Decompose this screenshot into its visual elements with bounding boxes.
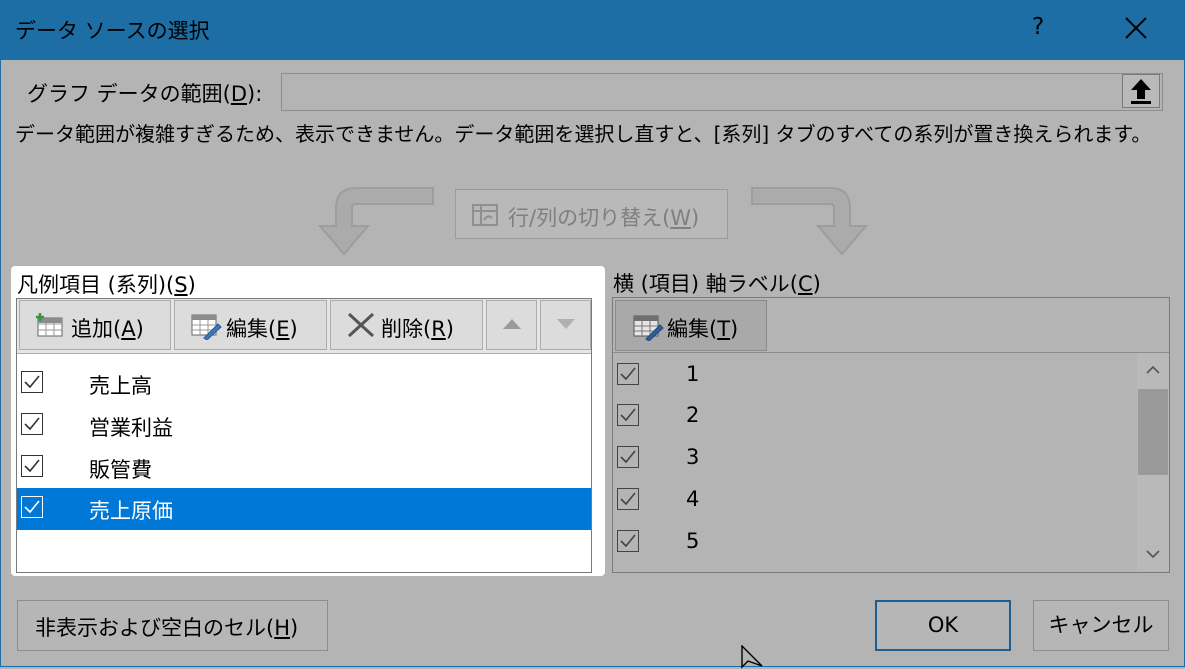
edit-table-icon xyxy=(633,315,664,341)
checkmark-icon xyxy=(24,500,40,514)
legend-item-label: 売上原価 xyxy=(89,499,173,523)
axis-item-label: 1 xyxy=(686,362,700,386)
legend-item[interactable]: 販管費 xyxy=(17,447,591,489)
axis-item[interactable]: 2 xyxy=(613,396,1133,438)
collapse-dialog-button[interactable] xyxy=(1122,74,1160,108)
delete-x-icon xyxy=(347,312,375,338)
axis-item-label: 3 xyxy=(686,445,700,469)
delete-series-label: 削除(R) xyxy=(381,317,454,341)
add-series-button[interactable]: 追加(A) xyxy=(19,300,171,350)
checkmark-icon xyxy=(620,408,636,422)
close-icon[interactable] xyxy=(1116,12,1156,46)
axis-checkbox[interactable] xyxy=(617,530,639,552)
help-button[interactable]: ? xyxy=(1032,14,1044,40)
series-checkbox[interactable] xyxy=(21,413,43,435)
add-table-icon xyxy=(36,313,63,337)
legend-entries-panel: 凡例項目 (系列)(S) 追加(A) 編集(E) 削除(R) 売上高 営業利益 … xyxy=(11,266,605,576)
edit-axis-labels-button[interactable]: 編集(T) xyxy=(615,300,767,351)
checkmark-icon xyxy=(620,534,636,548)
checkmark-icon xyxy=(620,450,636,464)
axis-checkbox[interactable] xyxy=(617,446,639,468)
axis-checkbox[interactable] xyxy=(617,363,639,385)
axis-scrollbar[interactable] xyxy=(1137,353,1169,571)
axis-item[interactable]: 4 xyxy=(613,480,1133,522)
axis-item-label: 5 xyxy=(686,529,700,553)
legend-frame: 追加(A) 編集(E) 削除(R) 売上高 営業利益 販管費 売上原価 xyxy=(16,298,592,573)
checkmark-icon xyxy=(24,375,40,389)
axis-item-label: 2 xyxy=(686,403,700,427)
switch-grid-icon xyxy=(472,204,498,226)
scroll-up-icon[interactable] xyxy=(1137,353,1169,387)
series-checkbox[interactable] xyxy=(21,371,43,393)
triangle-down-icon xyxy=(557,319,575,329)
edit-table-icon xyxy=(191,314,222,340)
switch-label: 行/列の切り替え(W) xyxy=(508,206,700,230)
legend-title: 凡例項目 (系列)(S) xyxy=(17,273,196,297)
switch-row-column-button[interactable]: 行/列の切り替え(W) xyxy=(455,189,728,239)
axis-toolbar: 編集(T) xyxy=(613,298,1169,353)
arrow-up-icon xyxy=(1131,79,1151,104)
swap-left-arrow-icon xyxy=(317,187,434,256)
move-down-button[interactable] xyxy=(540,300,591,350)
ok-button[interactable]: OK xyxy=(875,600,1011,651)
swap-right-arrow-icon xyxy=(751,187,869,256)
axis-labels-panel: 編集(T) 1 2 3 4 5 xyxy=(612,297,1170,573)
move-up-button[interactable] xyxy=(486,300,537,350)
legend-list: 売上高 営業利益 販管費 売上原価 xyxy=(17,353,591,573)
axis-item[interactable]: 5 xyxy=(613,522,1133,564)
checkmark-icon xyxy=(24,459,40,473)
legend-item[interactable]: 営業利益 xyxy=(17,405,591,447)
axis-item[interactable]: 1 xyxy=(613,355,1133,397)
dialog-title: データ ソースの選択 xyxy=(15,19,210,43)
legend-item[interactable]: 売上高 xyxy=(17,363,591,405)
edit-axis-label: 編集(T) xyxy=(667,317,739,341)
axis-item-label: 4 xyxy=(686,487,700,511)
delete-series-button[interactable]: 削除(R) xyxy=(330,300,483,350)
checkmark-icon xyxy=(620,492,636,506)
legend-item-selected[interactable]: 売上原価 xyxy=(17,488,591,530)
scroll-down-icon[interactable] xyxy=(1137,537,1169,571)
series-checkbox[interactable] xyxy=(21,496,43,518)
legend-toolbar: 追加(A) 編集(E) 削除(R) xyxy=(17,299,591,353)
legend-item-label: 販管費 xyxy=(89,458,152,482)
hidden-empty-cells-label: 非表示および空白のセル(H) xyxy=(35,616,299,640)
legend-item-label: 営業利益 xyxy=(89,416,173,440)
series-checkbox[interactable] xyxy=(21,455,43,477)
triangle-up-icon xyxy=(503,319,521,329)
checkmark-icon xyxy=(620,367,636,381)
edit-series-button[interactable]: 編集(E) xyxy=(174,300,327,350)
axis-checkbox[interactable] xyxy=(617,488,639,510)
edit-series-label: 編集(E) xyxy=(226,317,298,341)
hidden-empty-cells-button[interactable]: 非表示および空白のセル(H) xyxy=(17,600,328,651)
range-message: データ範囲が複雑すぎるため、表示できません。データ範囲を選択し直すと、[系列] … xyxy=(15,122,1152,146)
mouse-cursor-icon xyxy=(741,645,763,669)
checkmark-icon xyxy=(24,417,40,431)
add-series-label: 追加(A) xyxy=(71,317,144,341)
range-label: グラフ データの範囲(D): xyxy=(27,82,263,106)
range-input[interactable] xyxy=(281,73,1163,111)
axis-checkbox[interactable] xyxy=(617,404,639,426)
legend-item-label: 売上高 xyxy=(89,374,152,398)
cancel-button[interactable]: キャンセル xyxy=(1033,600,1169,651)
axis-item[interactable]: 3 xyxy=(613,438,1133,480)
scroll-thumb[interactable] xyxy=(1138,389,1168,475)
axis-labels-title: 横 (項目) 軸ラベル(C) xyxy=(613,272,821,296)
title-bar: データ ソースの選択 ? xyxy=(0,0,1185,60)
